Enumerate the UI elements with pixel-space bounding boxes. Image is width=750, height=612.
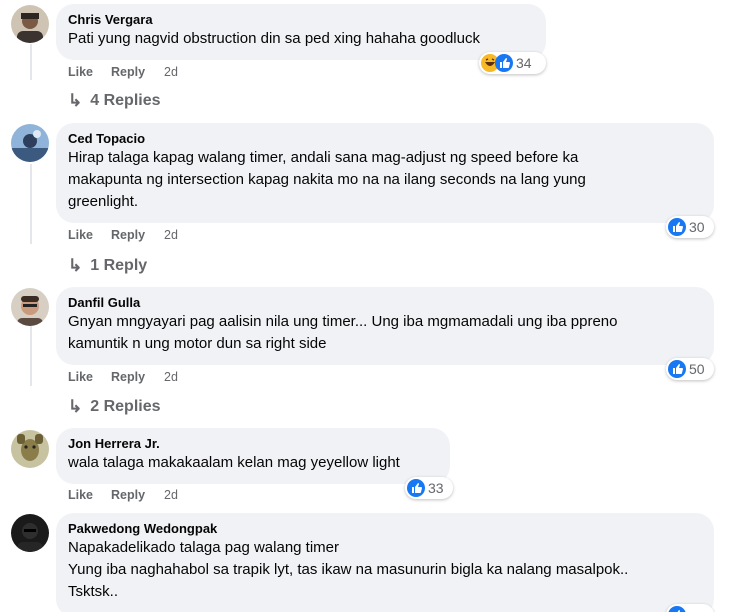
comment-bubble: Jon Herrera Jr. wala talaga makakaalam k… [56, 428, 450, 484]
comment-author[interactable]: Ced Topacio [68, 130, 702, 147]
like-button[interactable]: Like [68, 65, 93, 79]
reply-button[interactable]: Reply [111, 370, 145, 384]
thread-line [30, 326, 32, 386]
avatar[interactable] [11, 514, 49, 552]
like-button[interactable]: Like [68, 370, 93, 384]
comment-text: Hirap talaga kapag walang timer, andali … [68, 149, 586, 210]
replies-count: 1 Reply [90, 257, 148, 274]
avatar[interactable] [11, 124, 49, 162]
view-replies-link[interactable]: ↳ 2 Replies [68, 397, 161, 417]
reply-button[interactable]: Reply [111, 488, 145, 502]
avatar[interactable] [11, 288, 49, 326]
comment-author[interactable]: Jon Herrera Jr. [68, 435, 438, 452]
reaction-summary[interactable]: 33 [405, 477, 453, 499]
replies-count: 2 Replies [90, 398, 161, 415]
reaction-summary[interactable]: 30 [666, 216, 714, 238]
comment-author[interactable]: Chris Vergara [68, 11, 534, 28]
reaction-count: 50 [689, 361, 705, 377]
view-replies-link[interactable]: ↳ 4 Replies [68, 91, 161, 111]
like-icon [668, 606, 686, 612]
like-icon [407, 479, 425, 497]
like-icon [668, 360, 686, 378]
comment-text: Pati yung nagvid obstruction din sa ped … [68, 30, 480, 47]
comment-author[interactable]: Danfil Gulla [68, 294, 702, 311]
thread-line [30, 44, 32, 80]
reply-button[interactable]: Reply [111, 65, 145, 79]
reaction-summary[interactable] [666, 604, 714, 612]
reply-arrow-icon: ↳ [68, 256, 83, 275]
reply-button[interactable]: Reply [111, 228, 145, 242]
timestamp[interactable]: 2d [164, 488, 178, 502]
like-icon [495, 54, 513, 72]
avatar[interactable] [11, 5, 49, 43]
reaction-summary[interactable]: 34 [479, 52, 546, 74]
reaction-count: 30 [689, 219, 705, 235]
reaction-count: 34 [516, 55, 532, 71]
timestamp[interactable]: 2d [164, 370, 178, 384]
comment-bubble: Pakwedong Wedongpak Napakadelikado talag… [56, 513, 714, 612]
comment-bubble: Chris Vergara Pati yung nagvid obstructi… [56, 4, 546, 60]
reply-arrow-icon: ↳ [68, 397, 83, 416]
comment-bubble: Ced Topacio Hirap talaga kapag walang ti… [56, 123, 714, 223]
comment-text: wala talaga makakaalam kelan mag yeyello… [68, 454, 400, 471]
view-replies-link[interactable]: ↳ 1 Reply [68, 256, 147, 276]
comment-text: Gnyan mngyayari pag aalisin nila ung tim… [68, 313, 618, 352]
reply-arrow-icon: ↳ [68, 91, 83, 110]
reaction-summary[interactable]: 50 [666, 358, 714, 380]
comment-bubble: Danfil Gulla Gnyan mngyayari pag aalisin… [56, 287, 714, 365]
avatar[interactable] [11, 430, 49, 468]
reaction-count: 33 [428, 480, 444, 496]
comment-text: Napakadelikado talaga pag walang timer Y… [68, 539, 629, 600]
comment-author[interactable]: Pakwedong Wedongpak [68, 520, 702, 537]
like-icon [668, 218, 686, 236]
like-button[interactable]: Like [68, 228, 93, 242]
like-button[interactable]: Like [68, 488, 93, 502]
thread-line [30, 164, 32, 244]
timestamp[interactable]: 2d [164, 228, 178, 242]
timestamp[interactable]: 2d [164, 65, 178, 79]
replies-count: 4 Replies [90, 92, 161, 109]
